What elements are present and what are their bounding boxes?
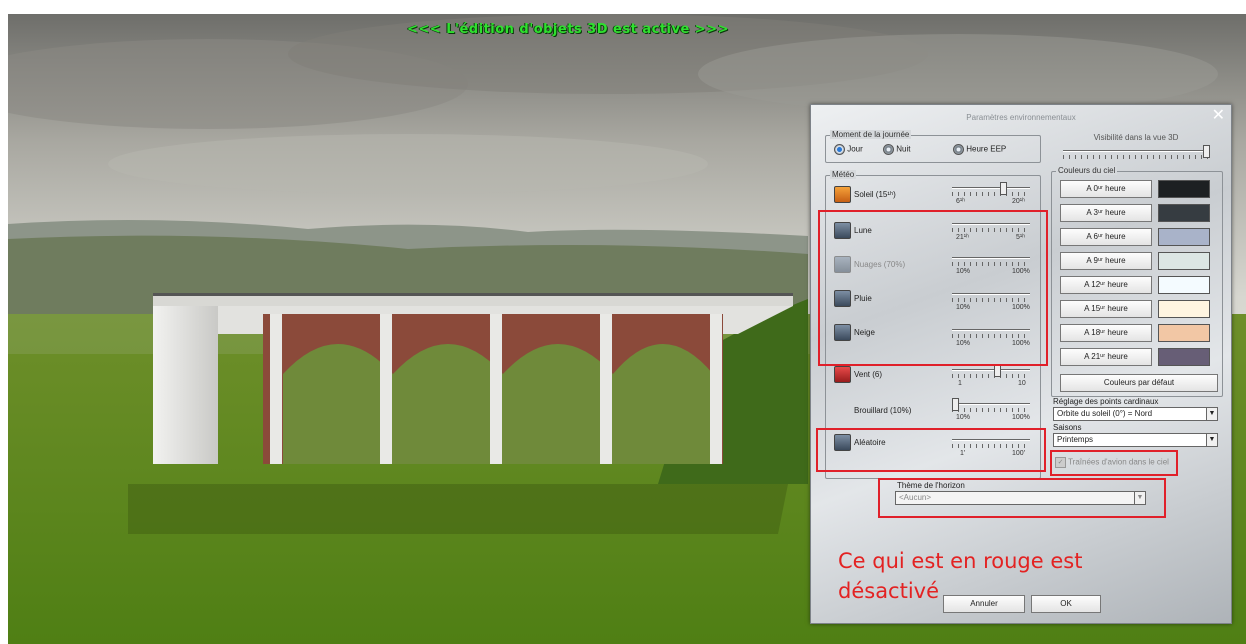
annotation-line-1: Ce qui est en rouge est — [838, 549, 1083, 573]
time-of-day-group: Moment de la journée Jour Nuit Heure EEP — [825, 130, 1041, 163]
sky-color-swatch[interactable] — [1158, 252, 1210, 270]
seasons-value: Printemps — [1057, 435, 1094, 444]
sky-color-swatch[interactable] — [1158, 300, 1210, 318]
3d-edit-active-banner: <<< L'édition d'objets 3D est active >>> — [406, 22, 729, 37]
sky-color-button[interactable]: A 15ᵘʳ heure — [1060, 300, 1152, 318]
fog-min-label: 10% — [956, 414, 971, 421]
annotation-line-2: désactivé — [838, 579, 940, 603]
radio-night-icon — [883, 144, 894, 155]
disabled-highlight-box — [878, 478, 1166, 518]
wind-slider-ticks — [952, 374, 1030, 378]
sun-slider-ticks — [952, 192, 1030, 196]
visibility-label: Visibilité dans la vue 3D — [1093, 133, 1179, 142]
radio-day[interactable]: Jour — [834, 144, 863, 155]
fog-slider[interactable] — [952, 398, 1030, 412]
radio-day-label: Jour — [847, 144, 863, 154]
cardinal-select[interactable]: Orbite du soleil (0°) = Nord ▼ — [1053, 407, 1218, 421]
disabled-highlight-box — [816, 428, 1046, 472]
sky-color-swatch[interactable] — [1158, 228, 1210, 246]
radio-night[interactable]: Nuit — [883, 144, 910, 155]
visibility-slider-thumb[interactable] — [1203, 145, 1210, 158]
sky-color-button[interactable]: A 9ᵘʳ heure — [1060, 252, 1152, 270]
fog-max-label: 100% — [1012, 414, 1030, 421]
wind-slider-track — [952, 369, 1030, 371]
sky-color-swatch[interactable] — [1158, 324, 1210, 342]
seasons-select[interactable]: Printemps ▼ — [1053, 433, 1218, 447]
fog-slider-ticks — [952, 408, 1030, 412]
wind-max-label: 10 — [1018, 380, 1026, 387]
fog-slider-thumb[interactable] — [952, 398, 959, 411]
sky-color-button[interactable]: A 0ᵘʳ heure — [1060, 180, 1152, 198]
visibility-slider[interactable] — [1063, 145, 1210, 159]
default-colors-button[interactable]: Couleurs par défaut — [1060, 374, 1218, 392]
sky-colors-group: Couleurs du ciel A 0ᵘʳ heure A 3ᵘʳ heure A… — [1051, 166, 1223, 397]
visibility-slider-ticks — [1063, 155, 1209, 159]
sky-color-swatch[interactable] — [1158, 276, 1210, 294]
sky-colors-legend: Couleurs du ciel — [1056, 166, 1118, 175]
fog-slider-track — [952, 403, 1030, 405]
radio-eep-time-icon — [953, 144, 964, 155]
sun-icon[interactable] — [834, 186, 851, 203]
sky-color-swatch[interactable] — [1158, 348, 1210, 366]
radio-day-icon — [834, 144, 845, 155]
sun-slider[interactable] — [952, 182, 1030, 196]
radio-eep-time[interactable]: Heure EEP — [953, 144, 1006, 155]
close-icon[interactable]: ✕ — [1212, 105, 1225, 125]
sky-color-button[interactable]: A 12ᵘʳ heure — [1060, 276, 1152, 294]
sun-label: Soleil (15¹ʰ) — [854, 190, 896, 199]
sky-color-button[interactable]: A 3ᵘʳ heure — [1060, 204, 1152, 222]
radio-night-label: Nuit — [896, 144, 911, 154]
wind-min-label: 1 — [958, 380, 962, 387]
sky-color-button[interactable]: A 18ᵘʳ heure — [1060, 324, 1152, 342]
annotation-note: Ce qui est en rouge est désactivé — [838, 546, 1082, 606]
visibility-slider-track — [1063, 150, 1209, 152]
seasons-label: Saisons — [1053, 423, 1082, 432]
wind-label: Vent (6) — [854, 370, 883, 379]
dialog-title: Paramètres environnementaux — [966, 113, 1076, 122]
sun-max-label: 20¹ʰ — [1012, 198, 1025, 205]
disabled-highlight-box — [818, 210, 1048, 366]
weather-legend: Météo — [830, 170, 857, 179]
sky-color-button[interactable]: A 21ᵘʳ heure — [1060, 348, 1152, 366]
cardinal-label: Réglage des points cardinaux — [1053, 397, 1159, 406]
chevron-down-icon[interactable]: ▼ — [1206, 408, 1217, 420]
chevron-down-icon[interactable]: ▼ — [1206, 434, 1217, 446]
sun-min-label: 6¹ʰ — [956, 198, 965, 205]
disabled-highlight-box — [1050, 450, 1178, 476]
sky-color-button[interactable]: A 6ᵘʳ heure — [1060, 228, 1152, 246]
time-of-day-legend: Moment de la journée — [830, 130, 912, 139]
sun-slider-track — [952, 187, 1030, 189]
cardinal-value: Orbite du soleil (0°) = Nord — [1057, 409, 1153, 418]
fog-label: Brouillard (10%) — [854, 406, 912, 415]
sky-color-swatch[interactable] — [1158, 180, 1210, 198]
sun-slider-thumb[interactable] — [1000, 182, 1007, 195]
wind-slider[interactable] — [952, 364, 1030, 378]
radio-eep-time-label: Heure EEP — [966, 144, 1007, 154]
wind-icon[interactable] — [834, 366, 851, 383]
sky-color-swatch[interactable] — [1158, 204, 1210, 222]
